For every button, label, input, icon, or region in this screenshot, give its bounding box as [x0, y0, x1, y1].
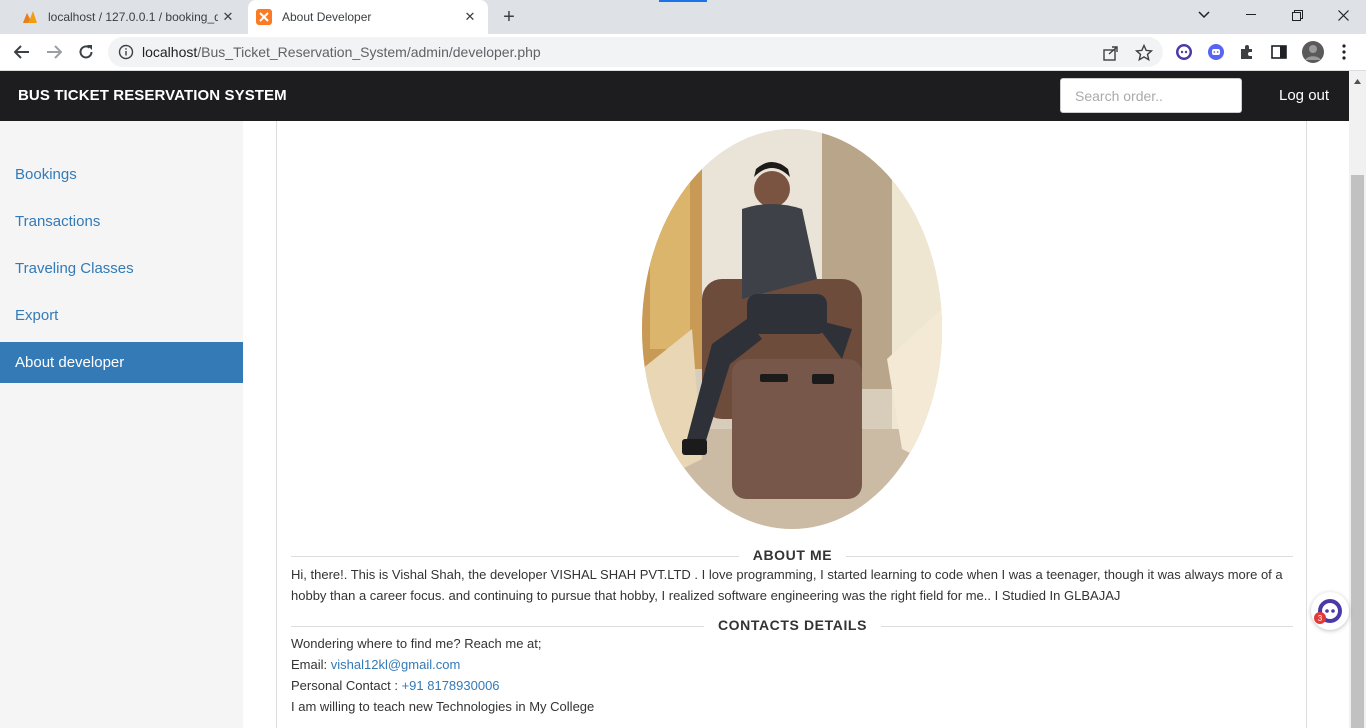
- sidebar-item-export[interactable]: Export: [0, 295, 243, 336]
- scrollbar-thumb[interactable]: [1351, 175, 1364, 728]
- main-content: ABOUT ME Hi, there!. This is Vishal Shah…: [243, 121, 1349, 728]
- brand-title[interactable]: BUS TICKET RESERVATION SYSTEM: [18, 87, 287, 104]
- browser-menu-icon[interactable]: [1334, 42, 1354, 62]
- about-text: Hi, there!. This is Vishal Shah, the dev…: [291, 567, 1283, 603]
- developer-photo: [642, 129, 942, 529]
- url-host: localhost: [142, 44, 198, 60]
- page-scrollbar[interactable]: [1349, 71, 1366, 728]
- address-bar[interactable]: localhost/Bus_Ticket_Reservation_System/…: [108, 37, 1163, 67]
- extension-bot-icon[interactable]: [1174, 42, 1194, 62]
- sidebar-item-transactions[interactable]: Transactions: [0, 201, 243, 242]
- extension-discord-icon[interactable]: [1206, 42, 1226, 62]
- browser-tab-strip: localhost / 127.0.0.1 / booking_d ✕ Abou…: [0, 0, 1366, 34]
- logout-link[interactable]: Log out: [1279, 87, 1329, 104]
- phone-link[interactable]: +91 8178930006: [402, 678, 500, 693]
- app-navbar: BUS TICKET RESERVATION SYSTEM Log out: [0, 71, 1349, 121]
- sidebar-item-bookings[interactable]: Bookings: [0, 154, 243, 195]
- sidebar-item-about-developer[interactable]: About developer: [0, 342, 243, 383]
- url-text: localhost/Bus_Ticket_Reservation_System/…: [142, 44, 541, 60]
- site-info-icon[interactable]: [118, 44, 134, 60]
- browser-toolbar: localhost/Bus_Ticket_Reservation_System/…: [0, 34, 1366, 71]
- about-heading-text: ABOUT ME: [738, 547, 847, 563]
- contacts-heading: CONTACTS DETAILS: [277, 617, 1308, 633]
- tab-title: localhost / 127.0.0.1 / booking_d: [48, 10, 218, 24]
- phone-label: Personal Contact :: [291, 678, 398, 693]
- email-line: Email: vishal12kl@gmail.com: [291, 657, 460, 672]
- reload-icon[interactable]: [72, 38, 100, 66]
- sidebar-item-traveling-classes[interactable]: Traveling Classes: [0, 248, 243, 289]
- phone-line: Personal Contact : +91 8178930006: [291, 678, 500, 693]
- minimize-icon[interactable]: [1228, 0, 1274, 30]
- url-path: /Bus_Ticket_Reservation_System/admin/dev…: [197, 44, 541, 60]
- share-icon[interactable]: [1102, 44, 1120, 62]
- email-label: Email:: [291, 657, 328, 672]
- xampp-favicon-icon: [256, 9, 272, 25]
- contacts-intro: Wondering where to find me? Reach me at;: [291, 636, 542, 651]
- close-tab-icon[interactable]: ✕: [460, 7, 480, 27]
- tab-search-chevron-icon[interactable]: [1181, 0, 1227, 30]
- email-link[interactable]: vishal12kl@gmail.com: [331, 657, 461, 672]
- contacts-heading-text: CONTACTS DETAILS: [703, 617, 882, 633]
- notification-badge: 3: [1314, 612, 1326, 624]
- extensions-puzzle-icon[interactable]: [1237, 42, 1257, 62]
- chat-bot-widget[interactable]: 3: [1311, 592, 1349, 630]
- browser-tab-phpmyadmin[interactable]: localhost / 127.0.0.1 / booking_d ✕: [14, 0, 246, 34]
- developer-panel: ABOUT ME Hi, there!. This is Vishal Shah…: [276, 121, 1307, 728]
- forward-arrow-icon[interactable]: [40, 38, 68, 66]
- browser-tab-about-developer[interactable]: About Developer ✕: [248, 0, 488, 34]
- new-tab-button[interactable]: +: [497, 6, 521, 28]
- side-panel-icon[interactable]: [1269, 42, 1289, 62]
- teaching-note: I am willing to teach new Technologies i…: [291, 699, 595, 714]
- restore-icon[interactable]: [1274, 0, 1320, 30]
- close-window-icon[interactable]: [1320, 0, 1366, 30]
- profile-avatar[interactable]: [1301, 40, 1325, 64]
- sidebar: Bookings Transactions Traveling Classes …: [0, 121, 243, 728]
- close-tab-icon[interactable]: ✕: [218, 7, 238, 27]
- about-heading: ABOUT ME: [277, 547, 1308, 563]
- phpmyadmin-favicon-icon: [22, 9, 38, 25]
- search-order-input[interactable]: [1060, 78, 1242, 113]
- tab-strip-accent: [659, 0, 707, 2]
- back-arrow-icon[interactable]: [8, 38, 36, 66]
- tab-title: About Developer: [282, 10, 372, 24]
- scroll-up-arrow-icon[interactable]: [1353, 73, 1362, 84]
- bookmark-star-icon[interactable]: [1134, 43, 1154, 62]
